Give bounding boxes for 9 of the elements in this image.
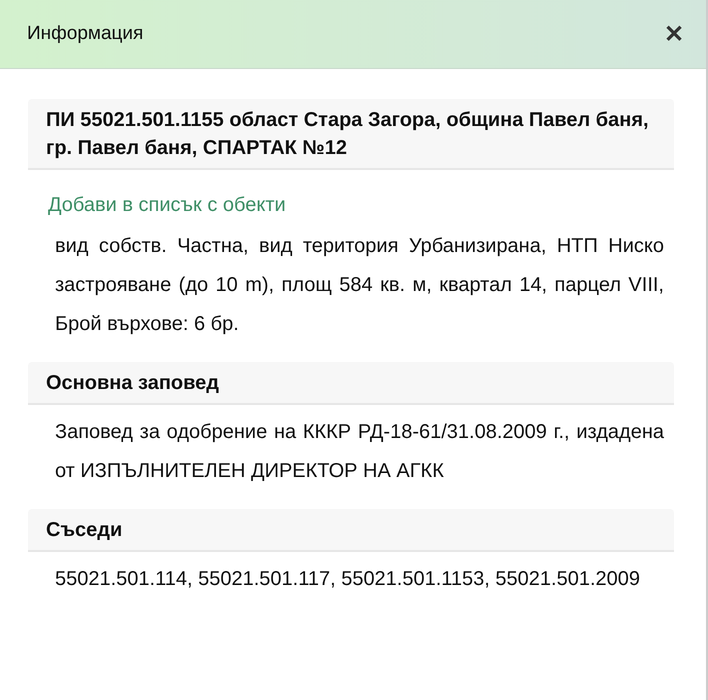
- section-text: 55021.501.114, 55021.501.117, 55021.501.1153, 55021.501.2009: [54, 567, 641, 592]
- section-heading: Съседи: [28, 509, 674, 552]
- add-to-list-link[interactable]: Добави в списък с обекти: [28, 170, 674, 219]
- section-text: Заповед за одобрение на КККР РД-18-61/31.08.2009 г., издадена от ИЗПЪЛНИТЕЛЕН ДИРЕКТОР НА АГКК: [54, 420, 665, 484]
- close-button[interactable]: ✕: [660, 20, 688, 48]
- section-text: вид собств. Частна, вид територия Урбанизирана, НТП Ниско застрояване (до 10 m), площ 584 кв. м, квартал 14, парцел VIII, Брой върхове: 6 бр.: [54, 234, 665, 337]
- section-heading: ПИ 55021.501.1155 област Стара Загора, община Павел баня, гр. Павел баня, СПАРТАК №12: [28, 99, 674, 170]
- section-heading: Основна заповед: [28, 362, 674, 405]
- window-title: Информация: [27, 23, 144, 45]
